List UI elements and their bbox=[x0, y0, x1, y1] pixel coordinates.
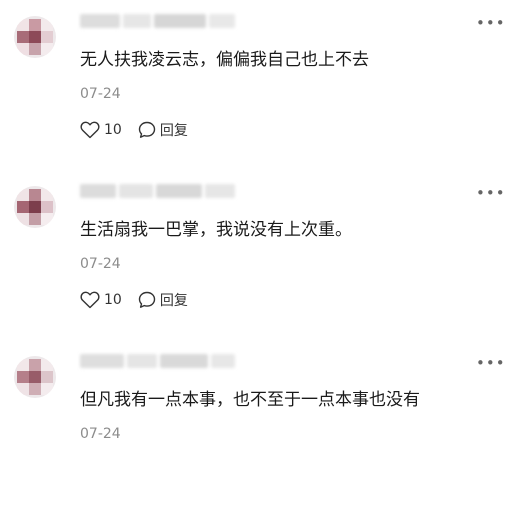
like-count: 10 bbox=[104, 122, 122, 138]
avatar-pixel bbox=[17, 19, 29, 31]
avatar-pixel bbox=[41, 383, 53, 395]
avatar-pixel bbox=[41, 43, 53, 55]
more-options-icon[interactable]: ••• bbox=[476, 186, 506, 201]
avatar-pixel bbox=[29, 213, 41, 225]
avatar-pixel bbox=[29, 43, 41, 55]
comment-date: 07-24 bbox=[80, 86, 121, 102]
like-button[interactable]: 10 bbox=[80, 121, 122, 139]
more-options-icon[interactable]: ••• bbox=[476, 16, 506, 31]
avatar-pixel bbox=[29, 201, 41, 213]
comment-item: ••• 但凡我有一点本事，也不至于一点本事也没有 07-24 bbox=[0, 340, 515, 510]
comment-date: 07-24 bbox=[80, 256, 121, 272]
avatar-pixel bbox=[17, 371, 29, 383]
avatar-pixel bbox=[41, 31, 53, 43]
reply-button[interactable]: 回复 bbox=[138, 120, 188, 140]
comment-item: ••• 无人扶我凌云志，偏偏我自己也上不去 07-24 10 回复 bbox=[0, 0, 515, 170]
avatar-pixel bbox=[41, 201, 53, 213]
avatar-pixel bbox=[17, 201, 29, 213]
avatar-pixel bbox=[17, 359, 29, 371]
avatar-pixel bbox=[17, 43, 29, 55]
avatar-pixel bbox=[29, 371, 41, 383]
avatar-pixel bbox=[41, 213, 53, 225]
avatar-pixel bbox=[29, 19, 41, 31]
avatar-pixel bbox=[17, 383, 29, 395]
comment-text: 生活扇我一巴掌，我说没有上次重。 bbox=[80, 220, 352, 240]
comment-actions: 10 回复 bbox=[80, 120, 188, 140]
avatar[interactable] bbox=[14, 356, 56, 398]
avatar-pixel bbox=[29, 359, 41, 371]
more-options-icon[interactable]: ••• bbox=[476, 356, 506, 371]
comment-actions: 10 回复 bbox=[80, 290, 188, 310]
avatar[interactable] bbox=[14, 186, 56, 228]
comment-date: 07-24 bbox=[80, 426, 121, 442]
heart-icon bbox=[80, 291, 100, 309]
avatar-pixel bbox=[17, 189, 29, 201]
like-button[interactable]: 10 bbox=[80, 291, 122, 309]
avatar[interactable] bbox=[14, 16, 56, 58]
avatar-pixel bbox=[29, 383, 41, 395]
username-blurred[interactable] bbox=[80, 184, 235, 200]
avatar-pixel bbox=[41, 19, 53, 31]
reply-label: 回复 bbox=[159, 123, 188, 139]
reply-button[interactable]: 回复 bbox=[138, 290, 188, 310]
username-blurred[interactable] bbox=[80, 354, 235, 370]
reply-label: 回复 bbox=[159, 293, 188, 309]
speech-bubble-icon bbox=[138, 291, 156, 309]
like-count: 10 bbox=[104, 292, 122, 308]
heart-icon bbox=[80, 121, 100, 139]
comment-text: 无人扶我凌云志，偏偏我自己也上不去 bbox=[80, 50, 369, 70]
avatar-pixel bbox=[17, 213, 29, 225]
avatar-pixel bbox=[41, 189, 53, 201]
avatar-pixel bbox=[41, 371, 53, 383]
comment-text: 但凡我有一点本事，也不至于一点本事也没有 bbox=[80, 390, 420, 410]
speech-bubble-icon bbox=[138, 121, 156, 139]
username-blurred[interactable] bbox=[80, 14, 235, 30]
avatar-pixel bbox=[29, 189, 41, 201]
avatar-pixel bbox=[29, 31, 41, 43]
avatar-pixel bbox=[41, 359, 53, 371]
comment-item: ••• 生活扇我一巴掌，我说没有上次重。 07-24 10 回复 bbox=[0, 170, 515, 340]
avatar-pixel bbox=[17, 31, 29, 43]
